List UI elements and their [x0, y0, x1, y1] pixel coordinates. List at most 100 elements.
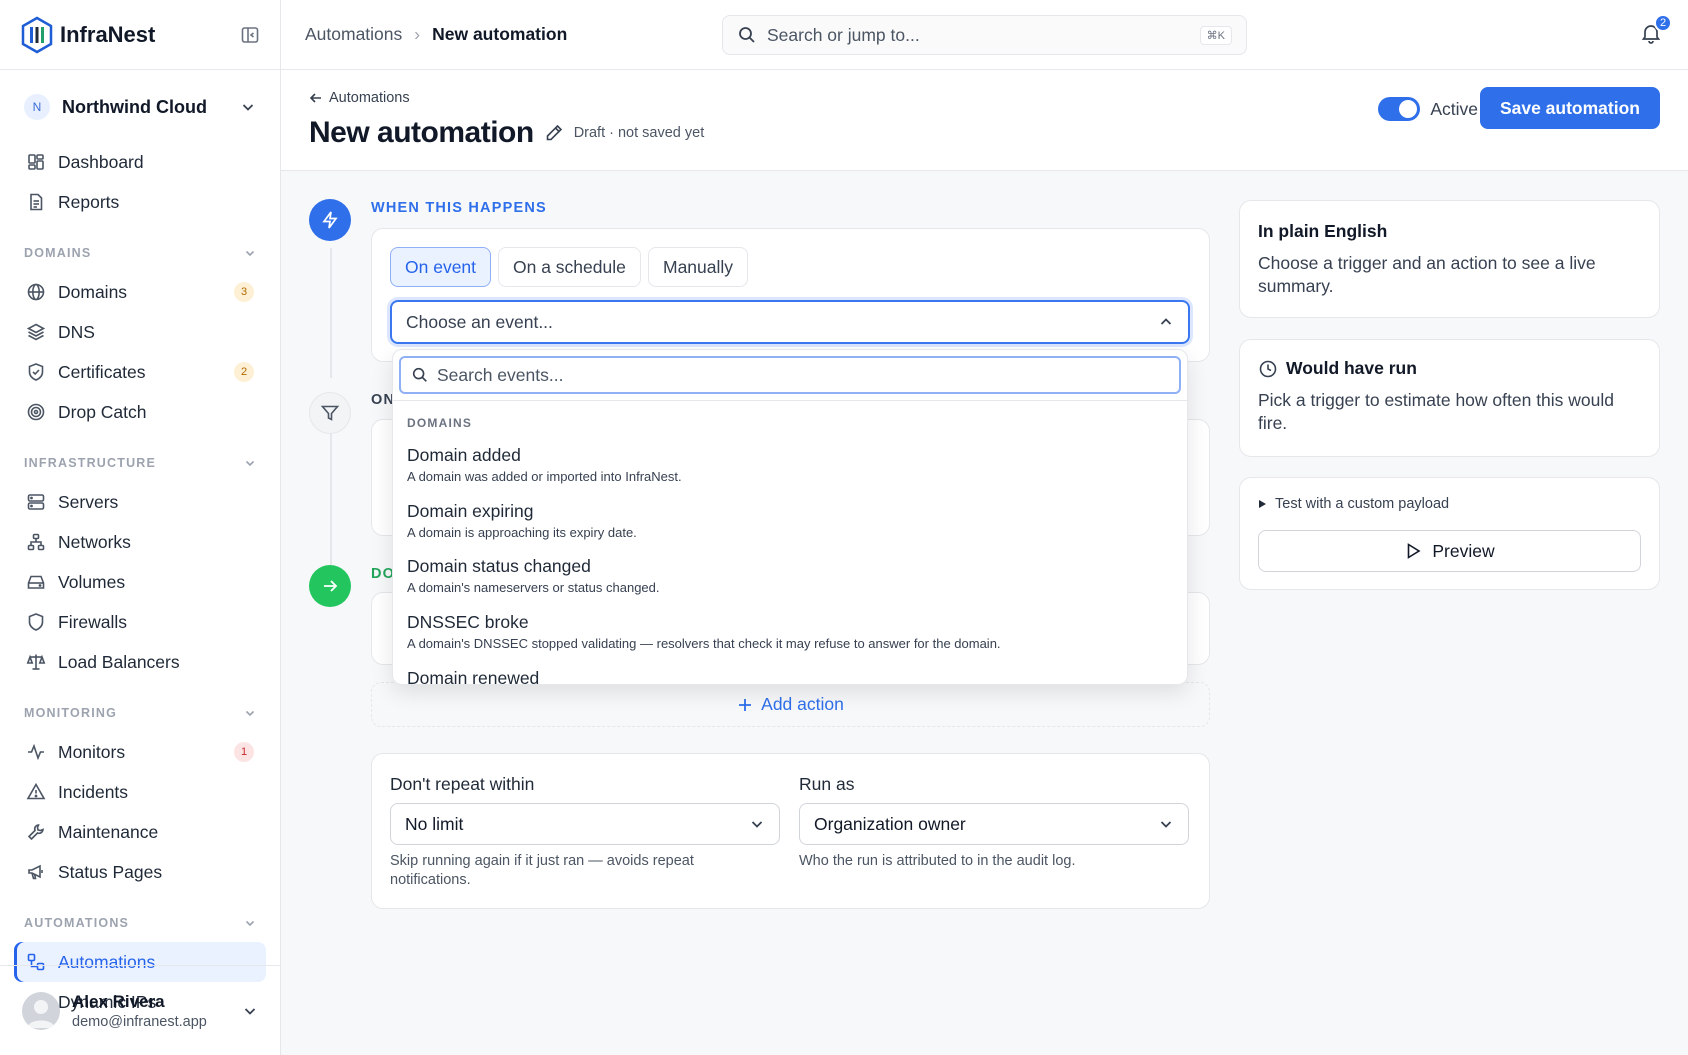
breadcrumb-automations[interactable]: Automations	[305, 24, 402, 45]
sidebar-item-volumes[interactable]: Volumes	[14, 562, 266, 602]
event-select-placeholder: Choose an event...	[406, 311, 553, 332]
sidebar-item-label: Certificates	[58, 361, 146, 382]
summary-title: In plain English	[1258, 221, 1388, 241]
notifications-button[interactable]: 2	[1640, 14, 1672, 46]
notification-count: 2	[1654, 14, 1672, 32]
sidebar-item-label: Dashboard	[58, 151, 144, 172]
page-header: Automations New automation Draft · not s…	[281, 70, 1688, 171]
sidebar-item-certificates[interactable]: Certificates 2	[14, 352, 266, 392]
repeat-label: Don't repeat within	[390, 774, 535, 794]
arrow-right-icon	[324, 580, 338, 592]
test-payload-toggle[interactable]: Test with a custom payload	[1258, 496, 1449, 512]
sidebar-item-drop-catch[interactable]: Drop Catch	[14, 392, 266, 432]
test-card: Test with a custom payload Preview	[1239, 477, 1660, 590]
active-toggle-group: Active	[1378, 97, 1478, 121]
event-option-domain-renewed[interactable]: Domain renewed	[407, 668, 1173, 684]
activity-icon	[28, 743, 44, 761]
filter-icon	[320, 405, 340, 421]
event-option-desc: A domain is approaching its expiry date.	[407, 525, 637, 540]
event-option-desc: A domain was added or imported into Infr…	[407, 469, 682, 484]
pencil-icon[interactable]	[544, 123, 564, 143]
event-option-domain-added[interactable]: Domain added A domain was added or impor…	[407, 445, 1173, 484]
sidebar-item-label: Drop Catch	[58, 401, 147, 422]
event-dropdown: Search events... DOMAINS Domain added A …	[392, 349, 1188, 685]
event-search-input[interactable]: Search events...	[399, 356, 1181, 394]
sidebar-item-firewalls[interactable]: Firewalls	[14, 602, 266, 642]
sidebar-item-incidents[interactable]: Incidents	[14, 772, 266, 812]
sidebar-item-load-balancers[interactable]: Load Balancers	[14, 642, 266, 682]
sidebar-item-label: Status Pages	[58, 861, 163, 882]
sidebar-item-label: Domains	[58, 281, 128, 302]
chevron-down-icon	[245, 920, 255, 927]
tab-on-a-schedule[interactable]: On a schedule	[498, 247, 641, 287]
repeat-help: Skip running again if it just ran — avoi…	[390, 853, 694, 888]
user-avatar-icon	[27, 999, 55, 1028]
sidebar-item-label: Monitors	[58, 741, 126, 762]
plus-icon	[739, 698, 752, 711]
runas-select[interactable]: Organization owner	[799, 803, 1189, 845]
sidebar-item-status-pages[interactable]: Status Pages	[14, 852, 266, 892]
play-icon	[1408, 543, 1421, 559]
count-badge: 2	[234, 362, 254, 382]
server-icon	[27, 494, 45, 510]
infranest-logo-icon	[21, 16, 53, 53]
would-run-card: Would have run Pick a trigger to estimat…	[1239, 339, 1660, 457]
event-group-label: DOMAINS	[407, 416, 473, 430]
sidebar-item-label: DNS	[58, 321, 95, 342]
event-option-title: Domain status changed	[407, 556, 591, 576]
org-switcher[interactable]: N Northwind Cloud	[0, 74, 280, 140]
shield-icon	[28, 613, 44, 631]
user-menu[interactable]: Alex Rivera demo@infranest.app	[0, 965, 280, 1055]
clock-icon	[1259, 360, 1277, 377]
sidebar-item-servers[interactable]: Servers	[14, 482, 266, 522]
section-monitoring[interactable]: MONITORING	[24, 694, 256, 732]
sidebar-item-maintenance[interactable]: Maintenance	[14, 812, 266, 852]
search-icon	[412, 367, 427, 382]
repeat-select[interactable]: No limit	[390, 803, 780, 845]
chevron-down-icon	[245, 710, 255, 717]
repeat-value: No limit	[405, 813, 464, 834]
active-toggle[interactable]	[1378, 97, 1421, 121]
event-option-desc: A domain's DNSSEC stopped validating — r…	[407, 636, 1001, 651]
add-action-button[interactable]: Add action	[371, 682, 1210, 727]
summary-card: In plain English Choose a trigger and an…	[1239, 200, 1660, 318]
sidebar-item-domains[interactable]: Domains 3	[14, 272, 266, 312]
tab-manually[interactable]: Manually	[648, 247, 749, 287]
sidebar-item-label: Incidents	[58, 781, 129, 802]
event-option-desc: A domain's nameservers or status changed…	[407, 580, 660, 595]
dashboard-icon	[28, 154, 44, 170]
sidebar-item-label: Volumes	[58, 571, 126, 592]
add-action-label: Add action	[761, 694, 844, 714]
event-option-domain-expiring[interactable]: Domain expiring A domain is approaching …	[407, 501, 1173, 540]
event-option-domain-status-changed[interactable]: Domain status changed A domain's nameser…	[407, 556, 1173, 595]
timeline-connector	[330, 433, 332, 565]
event-option-dnssec-broke[interactable]: DNSSEC broke A domain's DNSSEC stopped v…	[407, 612, 1173, 651]
sidebar-item-label: Load Balancers	[58, 651, 180, 672]
runas-label: Run as	[799, 774, 855, 794]
layers-icon	[26, 323, 46, 341]
section-domains[interactable]: DOMAINS	[24, 234, 256, 272]
save-automation-button[interactable]: Save automation	[1479, 87, 1660, 129]
event-select[interactable]: Choose an event...	[390, 300, 1190, 344]
collapse-sidebar-icon[interactable]	[240, 25, 260, 45]
sidebar-item-reports[interactable]: Reports	[14, 182, 266, 222]
brand: InfraNest	[0, 0, 280, 70]
preview-button[interactable]: Preview	[1258, 530, 1641, 572]
section-infrastructure[interactable]: INFRASTRUCTURE	[24, 444, 256, 482]
org-name: Northwind Cloud	[62, 96, 207, 117]
section-automations[interactable]: AUTOMATIONS	[24, 904, 256, 942]
chevron-up-icon	[1160, 318, 1172, 325]
back-link[interactable]: Automations	[309, 90, 410, 106]
active-label: Active	[1430, 98, 1478, 119]
tab-on-event[interactable]: On event	[390, 247, 492, 287]
would-run-title: Would have run	[1286, 358, 1417, 378]
summary-body: Choose a trigger and an action to see a …	[1258, 253, 1596, 296]
sidebar-item-networks[interactable]: Networks	[14, 522, 266, 562]
sidebar-item-label: Networks	[58, 531, 131, 552]
sidebar-item-monitors[interactable]: Monitors 1	[14, 732, 266, 772]
sidebar-item-dashboard[interactable]: Dashboard	[14, 142, 266, 182]
global-search-input[interactable]: Search or jump to... ⌘K	[722, 15, 1247, 55]
sidebar-item-dns[interactable]: DNS	[14, 312, 266, 352]
caret-right-icon	[1259, 500, 1266, 508]
count-badge: 3	[234, 282, 254, 302]
